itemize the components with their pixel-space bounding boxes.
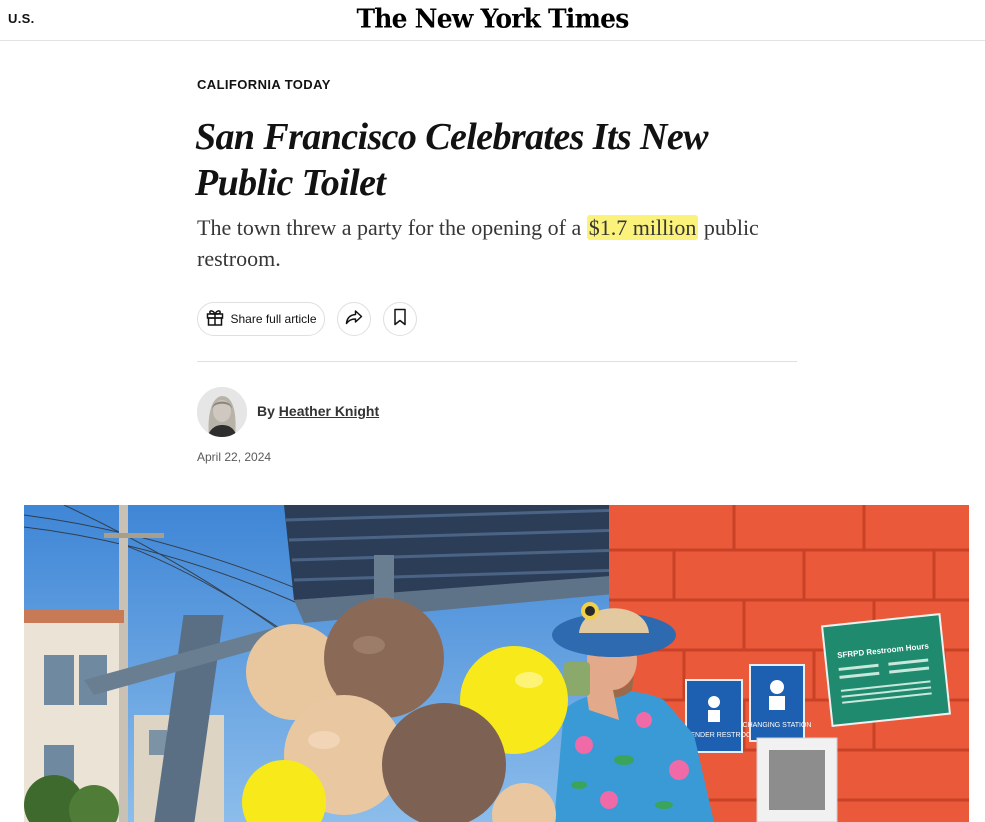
author-link[interactable]: Heather Knight xyxy=(279,403,379,419)
top-bar: U.S. The New York Times xyxy=(0,0,985,41)
author-avatar[interactable] xyxy=(197,387,247,437)
headline: San Francisco Celebrates Its New Public … xyxy=(195,116,708,204)
summary-text-start: The town threw a party for the opening o… xyxy=(197,215,587,240)
divider xyxy=(197,361,797,362)
share-icon xyxy=(344,307,364,332)
summary: The town threw a party for the opening o… xyxy=(197,212,797,274)
hero-image[interactable]: ALL GENDER RESTROOM CHANGING STATION SFR… xyxy=(24,505,969,822)
share-full-article-label: Share full article xyxy=(230,312,317,326)
byline: By Heather Knight xyxy=(257,403,379,419)
nyt-logo[interactable]: The New York Times xyxy=(0,3,985,33)
sign-changing: CHANGING STATION xyxy=(743,722,812,729)
save-button[interactable] xyxy=(383,302,417,336)
share-button[interactable] xyxy=(337,302,371,336)
summary-highlight: $1.7 million xyxy=(586,215,699,240)
bookmark-icon xyxy=(391,307,409,332)
publish-date: April 22, 2024 xyxy=(197,450,272,464)
kicker[interactable]: California Today xyxy=(197,77,331,92)
share-full-article-button[interactable]: Share full article xyxy=(197,302,325,336)
byline-prefix: By xyxy=(257,403,279,419)
gift-icon xyxy=(205,307,225,332)
